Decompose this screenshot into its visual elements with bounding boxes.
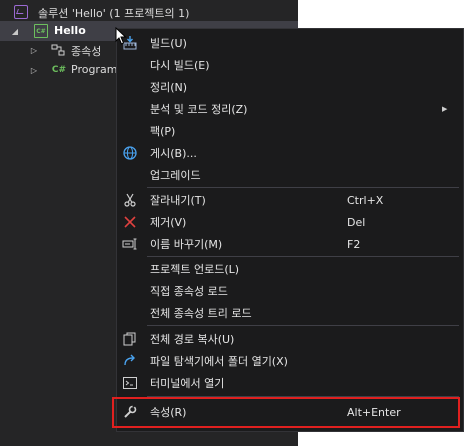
menu-item-open-in-explorer[interactable]: 파일 탐색기에서 폴더 열기(X): [117, 350, 463, 372]
menu-item-label: 파일 탐색기에서 폴더 열기(X): [150, 355, 288, 368]
menu-item-label: 팩(P): [150, 125, 176, 138]
menu-item-clean[interactable]: 정리(N): [117, 76, 463, 98]
menu-item-label: 이름 바꾸기(M): [150, 238, 223, 251]
menu-item-shortcut: F2: [347, 237, 361, 251]
menu-item-label: 다시 빌드(E): [150, 59, 210, 72]
menu-item-shortcut: Ctrl+X: [347, 193, 384, 207]
solution-label: 솔루션 'Hello' (1 프로젝트의 1): [38, 7, 190, 20]
dependencies-label: 종속성: [71, 45, 102, 58]
context-menu: 빌드(U) 다시 빌드(E) 정리(N) 분석 및 코드 정리(Z) ▶ 팩(P…: [116, 28, 464, 432]
menu-item-unload-project[interactable]: 프로젝트 언로드(L): [117, 258, 463, 280]
menu-item-label: 전체 경로 복사(U): [150, 333, 235, 346]
refresh-arrow-icon: [122, 353, 138, 369]
menu-item-label: 정리(N): [150, 81, 188, 94]
menu-item-label: 빌드(U): [150, 37, 187, 50]
menu-item-label: 잘라내기(T): [150, 194, 206, 207]
menu-item-remove[interactable]: 제거(V) Del: [117, 211, 463, 233]
menu-item-label: 전체 종속성 트리 로드: [150, 307, 252, 320]
menu-item-open-in-terminal[interactable]: 터미널에서 열기: [117, 372, 463, 394]
program-label: Program: [71, 63, 118, 76]
menu-item-copy-full-path[interactable]: 전체 경로 복사(U): [117, 328, 463, 350]
menu-item-label: 분석 및 코드 정리(Z): [150, 103, 248, 116]
menu-item-pack[interactable]: 팩(P): [117, 120, 463, 142]
tree-item-solution[interactable]: 솔루션 'Hello' (1 프로젝트의 1): [0, 2, 298, 22]
menu-item-publish[interactable]: 게시(B)...: [117, 142, 463, 164]
menu-item-rebuild[interactable]: 다시 빌드(E): [117, 54, 463, 76]
terminal-icon: [122, 375, 138, 391]
delete-icon: [122, 214, 138, 230]
menu-item-label: 제거(V): [150, 216, 187, 229]
scissors-icon: [122, 192, 138, 208]
menu-item-cut[interactable]: 잘라내기(T) Ctrl+X: [117, 189, 463, 211]
menu-item-rename[interactable]: 이름 바꾸기(M) F2: [117, 233, 463, 255]
copy-icon: [122, 331, 138, 347]
menu-item-label: 업그레이드: [150, 169, 201, 182]
project-label: Hello: [54, 24, 86, 37]
menu-item-load-full-deps[interactable]: 전체 종속성 트리 로드: [117, 302, 463, 324]
csharp-file-icon: C#: [51, 65, 67, 75]
menu-item-shortcut: Del: [347, 215, 366, 229]
properties-highlight-box: [112, 397, 460, 428]
globe-icon: [122, 145, 138, 161]
menu-separator: [147, 325, 459, 326]
menu-item-label: 직접 종속성 로드: [150, 285, 228, 298]
csharp-project-icon: C#: [34, 24, 48, 38]
solution-icon: [14, 5, 28, 19]
submenu-arrow-icon: ▶: [442, 105, 448, 113]
menu-item-load-direct-deps[interactable]: 직접 종속성 로드: [117, 280, 463, 302]
chevron-collapsed-icon[interactable]: ▷: [29, 45, 39, 55]
menu-item-label: 프로젝트 언로드(L): [150, 263, 240, 276]
menu-separator: [147, 187, 459, 188]
menu-item-upgrade[interactable]: 업그레이드: [117, 164, 463, 186]
mouse-cursor-icon: [115, 27, 127, 45]
menu-item-build[interactable]: 빌드(U): [117, 32, 463, 54]
dependencies-icon: [51, 44, 65, 56]
menu-separator: [147, 256, 459, 257]
menu-item-analyze[interactable]: 분석 및 코드 정리(Z) ▶: [117, 98, 463, 120]
chevron-collapsed-icon[interactable]: ▷: [29, 65, 39, 75]
rename-icon: [122, 236, 138, 252]
chevron-expanded-icon[interactable]: ◢: [10, 26, 20, 36]
menu-item-label: 게시(B)...: [150, 147, 197, 160]
menu-item-label: 터미널에서 열기: [150, 377, 225, 390]
